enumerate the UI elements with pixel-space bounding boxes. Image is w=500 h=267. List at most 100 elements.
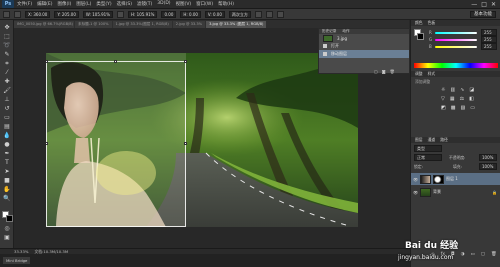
y-position-field[interactable]: Y: 205.00 [54, 10, 79, 18]
mini-bridge-tab[interactable]: Mini Bridge [3, 257, 31, 264]
healing-tool-icon[interactable]: ✚ [3, 78, 11, 86]
v-skew-field[interactable]: V: 0.00 [204, 10, 225, 18]
posterize-icon[interactable]: ▩ [451, 105, 456, 111]
levels-icon[interactable]: ▥ [450, 87, 455, 93]
clone-stamp-tool-icon[interactable]: ⊥ [3, 96, 11, 104]
tab-channels[interactable]: 通道 [428, 137, 436, 143]
minimize-button[interactable]: — [471, 1, 477, 8]
menu-image[interactable]: 图像(I) [57, 1, 71, 7]
group-icon[interactable]: ▭ [471, 252, 475, 257]
color-spectrum-bar[interactable] [414, 63, 498, 68]
b-slider[interactable] [435, 46, 477, 48]
pen-tool-icon[interactable]: ✒ [3, 150, 11, 158]
menu-edit[interactable]: 编辑(E) [37, 1, 52, 7]
link-icon[interactable] [117, 10, 125, 18]
black-white-icon[interactable]: ◧ [469, 96, 474, 102]
x-position-field[interactable]: X: 360.00 [25, 10, 51, 18]
menu-3d[interactable]: 3D(D) [157, 1, 170, 7]
tab-document-2[interactable]: 未标题-1 @ 100% [75, 21, 112, 28]
lasso-tool-icon[interactable]: ➰ [3, 42, 11, 50]
eraser-tool-icon[interactable]: ▭ [3, 114, 11, 122]
height-field[interactable]: H: 105.91% [128, 10, 158, 18]
transform-handle-right[interactable] [184, 142, 187, 145]
r-slider[interactable] [435, 32, 477, 34]
new-document-icon[interactable]: ▢ [374, 69, 378, 74]
gradient-map-icon[interactable]: ▭ [470, 105, 475, 111]
transform-bounding-box[interactable] [46, 61, 186, 227]
close-button[interactable]: ✕ [491, 1, 496, 8]
history-step-move-layer[interactable]: 移动图层 [319, 50, 409, 58]
layer-name[interactable]: 图层 1 [446, 176, 458, 182]
eye-icon[interactable]: 👁 [413, 177, 418, 182]
new-layer-icon[interactable]: ▢ [481, 252, 485, 257]
hand-tool-icon[interactable]: ✋ [3, 186, 11, 194]
cancel-transform-icon[interactable] [265, 10, 273, 18]
color-balance-icon[interactable]: ⚖ [460, 96, 464, 102]
trash-icon[interactable]: 🗑 [390, 69, 395, 74]
transform-tool-icon[interactable] [3, 10, 10, 18]
tab-color[interactable]: 颜色 [415, 20, 423, 26]
exposure-icon[interactable]: ◪ [469, 87, 474, 93]
tab-document-1[interactable]: IMG_0050.jpg @ 66.7%(RGB/8) [14, 21, 74, 28]
interpolation-select[interactable]: 两次立方 [228, 10, 251, 18]
r-value[interactable]: 255 [481, 29, 497, 36]
menu-select[interactable]: 选择(S) [117, 1, 132, 7]
brush-tool-icon[interactable]: 🖌 [3, 87, 11, 95]
gradient-tool-icon[interactable]: ▤ [3, 123, 11, 131]
history-snapshot[interactable]: 3.jpg [319, 34, 409, 42]
crop-tool-icon[interactable]: ⌗ [3, 60, 11, 68]
transform-handle-top[interactable] [114, 60, 117, 63]
path-select-tool-icon[interactable]: ➤ [3, 168, 11, 176]
layer-row-background[interactable]: 👁 背景 🔒 [411, 186, 500, 198]
angle-field[interactable]: 0.00 [161, 10, 177, 18]
menu-window[interactable]: 窗口(W) [196, 1, 213, 7]
vibrance-icon[interactable]: ▽ [441, 96, 445, 102]
blur-tool-icon[interactable]: 💧 [3, 132, 11, 140]
eye-icon[interactable]: 👁 [413, 190, 418, 195]
tab-document-active[interactable]: 3.jpg @ 33.3% (图层 1, RGB/8) [206, 21, 267, 28]
commit-transform-icon[interactable] [276, 10, 284, 18]
document-canvas[interactable] [46, 53, 358, 227]
tab-paths[interactable]: 路径 [440, 137, 448, 143]
tab-document-3[interactable]: 1.jpg @ 33.3%(图层 1, RGB/8) [112, 21, 172, 28]
move-tool-icon[interactable]: ✥ [3, 24, 11, 32]
tab-actions[interactable]: 动作 [342, 29, 349, 34]
transform-handle-top-left[interactable] [46, 60, 48, 63]
g-slider[interactable] [435, 39, 477, 41]
warp-icon[interactable] [254, 10, 262, 18]
reference-point-icon[interactable] [14, 10, 21, 18]
layer-kind-filter[interactable]: 类型 [414, 145, 442, 152]
dodge-tool-icon[interactable]: ● [3, 141, 11, 149]
tab-document-4[interactable]: 2.jpg @ 33.3% [172, 21, 206, 28]
zoom-tool-icon[interactable]: 🔍 [3, 195, 11, 203]
h-skew-field[interactable]: H: 0.00 [180, 10, 201, 18]
marquee-tool-icon[interactable]: ⬚ [3, 33, 11, 41]
curves-icon[interactable]: ∿ [460, 87, 464, 93]
adjustment-layer-icon[interactable]: ◑ [461, 252, 465, 257]
background-color-swatch[interactable] [6, 215, 13, 222]
type-tool-icon[interactable]: T [3, 159, 11, 167]
quick-mask-icon[interactable]: ◎ [3, 225, 11, 233]
transform-handle-left[interactable] [46, 142, 48, 145]
history-step-open[interactable]: 打开 [319, 42, 409, 50]
tab-swatches[interactable]: 色板 [428, 20, 436, 26]
tab-adjustments[interactable]: 调整 [415, 71, 423, 77]
hue-saturation-icon[interactable]: ▦ [450, 96, 455, 102]
threshold-icon[interactable]: ▨ [460, 105, 465, 111]
quick-select-tool-icon[interactable]: ✎ [3, 51, 11, 59]
fill-field[interactable]: 100% [479, 163, 497, 170]
blend-mode-select[interactable]: 正常 [414, 154, 442, 161]
width-field[interactable]: W: 105.91% [82, 10, 114, 18]
layer-row-layer1[interactable]: 👁 图层 1 [411, 173, 500, 185]
camera-icon[interactable]: ◙ [382, 69, 386, 74]
menu-filter[interactable]: 滤镜(T) [137, 1, 152, 7]
tab-styles[interactable]: 样式 [428, 71, 436, 77]
g-value[interactable]: 255 [481, 36, 497, 43]
tab-history[interactable]: 历史记录 [322, 29, 336, 34]
menu-help[interactable]: 帮助(H) [218, 1, 234, 7]
layer-name[interactable]: 背景 [433, 189, 441, 195]
b-value[interactable]: 255 [481, 43, 497, 50]
menu-type[interactable]: 类型(Y) [96, 1, 111, 7]
opacity-field[interactable]: 100% [479, 154, 497, 161]
transform-handle-top-right[interactable] [184, 60, 187, 63]
